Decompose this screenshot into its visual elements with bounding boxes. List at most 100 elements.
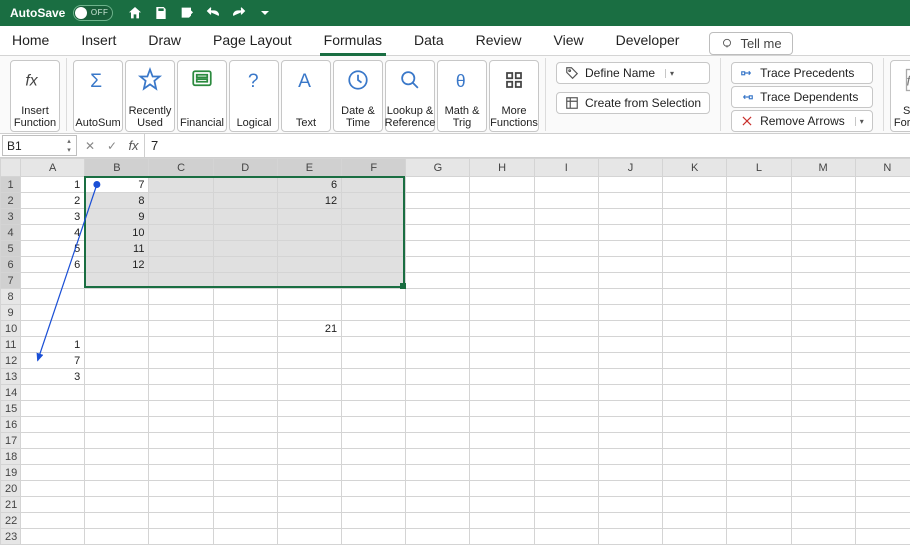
- cell-A15[interactable]: [21, 401, 85, 417]
- row-header-6[interactable]: 6: [1, 257, 21, 273]
- cell-E10[interactable]: 21: [277, 321, 341, 337]
- cell-J1[interactable]: [598, 177, 662, 193]
- cell-M21[interactable]: [791, 497, 855, 513]
- cell-K10[interactable]: [663, 321, 727, 337]
- qa-dropdown-icon[interactable]: [257, 5, 273, 21]
- cell-G12[interactable]: [406, 353, 470, 369]
- cell-C7[interactable]: [149, 273, 213, 289]
- cell-I21[interactable]: [534, 497, 598, 513]
- cell-G5[interactable]: [406, 241, 470, 257]
- cell-A6[interactable]: 6: [21, 257, 85, 273]
- cell-K11[interactable]: [663, 337, 727, 353]
- cell-L19[interactable]: [727, 465, 791, 481]
- cell-M3[interactable]: [791, 209, 855, 225]
- cell-H3[interactable]: [470, 209, 534, 225]
- cell-C14[interactable]: [149, 385, 213, 401]
- cell-J15[interactable]: [598, 401, 662, 417]
- more-functions-button[interactable]: More Functions: [489, 60, 539, 132]
- cell-M18[interactable]: [791, 449, 855, 465]
- cell-C15[interactable]: [149, 401, 213, 417]
- cell-A1[interactable]: 1: [21, 177, 85, 193]
- cell-H17[interactable]: [470, 433, 534, 449]
- cell-F7[interactable]: [342, 273, 406, 289]
- cell-N15[interactable]: [855, 401, 910, 417]
- cell-J11[interactable]: [598, 337, 662, 353]
- cell-M7[interactable]: [791, 273, 855, 289]
- cell-E12[interactable]: [277, 353, 341, 369]
- cell-G13[interactable]: [406, 369, 470, 385]
- cell-H20[interactable]: [470, 481, 534, 497]
- cell-K16[interactable]: [663, 417, 727, 433]
- cell-H6[interactable]: [470, 257, 534, 273]
- cell-I2[interactable]: [534, 193, 598, 209]
- cell-H5[interactable]: [470, 241, 534, 257]
- cell-F20[interactable]: [342, 481, 406, 497]
- cell-L14[interactable]: [727, 385, 791, 401]
- col-header-C[interactable]: C: [149, 159, 213, 177]
- cell-N23[interactable]: [855, 529, 910, 545]
- cell-C23[interactable]: [149, 529, 213, 545]
- cell-C6[interactable]: [149, 257, 213, 273]
- cell-N8[interactable]: [855, 289, 910, 305]
- cell-L20[interactable]: [727, 481, 791, 497]
- cell-B12[interactable]: [85, 353, 149, 369]
- row-header-20[interactable]: 20: [1, 481, 21, 497]
- row-header-11[interactable]: 11: [1, 337, 21, 353]
- cell-L2[interactable]: [727, 193, 791, 209]
- cell-G1[interactable]: [406, 177, 470, 193]
- cell-D13[interactable]: [213, 369, 277, 385]
- row-header-2[interactable]: 2: [1, 193, 21, 209]
- cell-E20[interactable]: [277, 481, 341, 497]
- cell-K6[interactable]: [663, 257, 727, 273]
- cell-H11[interactable]: [470, 337, 534, 353]
- cell-A19[interactable]: [21, 465, 85, 481]
- math-trig-button[interactable]: θ Math & Trig: [437, 60, 487, 132]
- cell-K14[interactable]: [663, 385, 727, 401]
- fx-label-icon[interactable]: fx: [123, 134, 145, 157]
- cell-L10[interactable]: [727, 321, 791, 337]
- cell-I23[interactable]: [534, 529, 598, 545]
- lookup-reference-button[interactable]: Lookup & Reference: [385, 60, 435, 132]
- cell-N13[interactable]: [855, 369, 910, 385]
- cell-B17[interactable]: [85, 433, 149, 449]
- cell-N11[interactable]: [855, 337, 910, 353]
- cell-J18[interactable]: [598, 449, 662, 465]
- col-header-J[interactable]: J: [598, 159, 662, 177]
- cell-J21[interactable]: [598, 497, 662, 513]
- cell-J6[interactable]: [598, 257, 662, 273]
- cell-B3[interactable]: 9: [85, 209, 149, 225]
- cell-D15[interactable]: [213, 401, 277, 417]
- cell-N16[interactable]: [855, 417, 910, 433]
- cell-C21[interactable]: [149, 497, 213, 513]
- cell-G8[interactable]: [406, 289, 470, 305]
- cell-F2[interactable]: [342, 193, 406, 209]
- cell-I22[interactable]: [534, 513, 598, 529]
- cell-C13[interactable]: [149, 369, 213, 385]
- cell-D5[interactable]: [213, 241, 277, 257]
- worksheet-grid[interactable]: ABCDEFGHIJKLMN11762281233944105511661278…: [0, 158, 910, 547]
- col-header-K[interactable]: K: [663, 159, 727, 177]
- cell-F13[interactable]: [342, 369, 406, 385]
- cell-B10[interactable]: [85, 321, 149, 337]
- cell-N1[interactable]: [855, 177, 910, 193]
- cell-D10[interactable]: [213, 321, 277, 337]
- cell-B15[interactable]: [85, 401, 149, 417]
- cell-G21[interactable]: [406, 497, 470, 513]
- cell-I19[interactable]: [534, 465, 598, 481]
- cell-B1[interactable]: 7: [85, 177, 149, 193]
- cell-I11[interactable]: [534, 337, 598, 353]
- cell-M5[interactable]: [791, 241, 855, 257]
- cell-M1[interactable]: [791, 177, 855, 193]
- cell-C2[interactable]: [149, 193, 213, 209]
- cell-G11[interactable]: [406, 337, 470, 353]
- cell-A17[interactable]: [21, 433, 85, 449]
- cell-J9[interactable]: [598, 305, 662, 321]
- cell-H18[interactable]: [470, 449, 534, 465]
- cell-H16[interactable]: [470, 417, 534, 433]
- cell-H8[interactable]: [470, 289, 534, 305]
- cell-E22[interactable]: [277, 513, 341, 529]
- cell-L1[interactable]: [727, 177, 791, 193]
- cell-I17[interactable]: [534, 433, 598, 449]
- cell-D14[interactable]: [213, 385, 277, 401]
- tab-developer[interactable]: Developer: [612, 26, 684, 55]
